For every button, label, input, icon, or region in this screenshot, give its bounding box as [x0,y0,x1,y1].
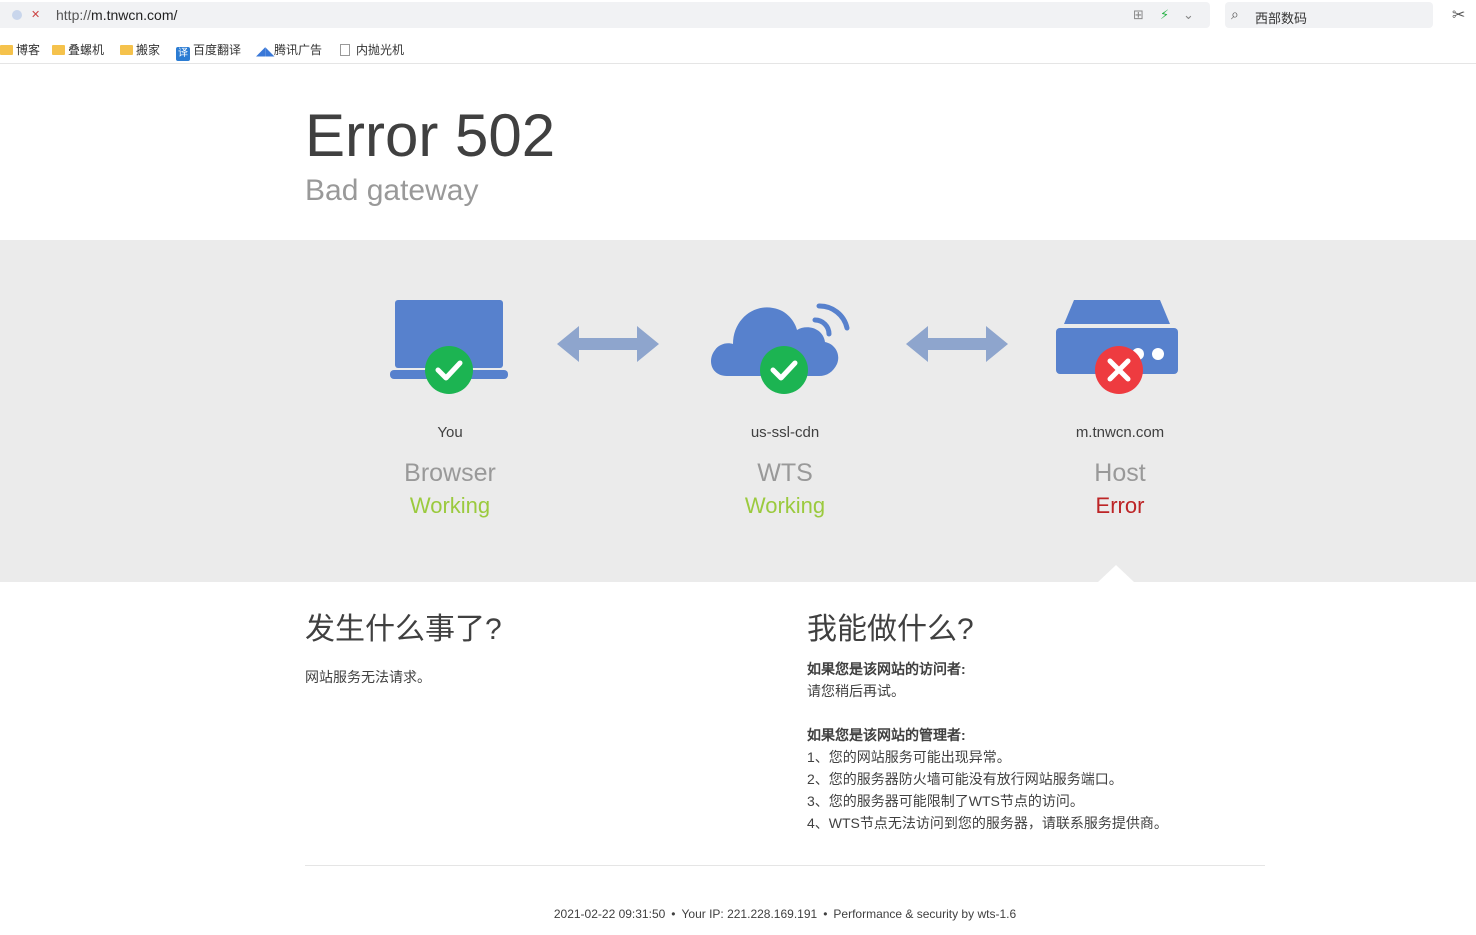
bookmark-screw-press[interactable]: 叠螺机 [52,41,104,58]
node-label: m.tnwcn.com [1075,424,1165,441]
error-header: Error 502 Bad gateway [0,64,1476,240]
what-happened-section: 发生什么事了? 网站服务无法请求。 [305,612,765,688]
tencent-ads-icon: ◢◣ [256,44,275,58]
folder-icon [120,45,133,55]
node-status: Error [1095,493,1145,518]
footer-ip: Your IP: 221.228.169.191 [681,907,818,921]
what-can-i-do-heading: 我能做什么? [807,613,974,646]
node-status: Working [409,493,491,518]
footer-separator: • [823,907,828,921]
footer-performance: Performance & security by wts-1.6 [833,907,1017,921]
server-icon [1056,300,1178,394]
node-wts: us-ssl-cdn WTS Working [645,240,925,582]
address-url[interactable]: http://m.tnwcn.com/ [56,7,177,23]
footer-divider [305,865,1265,866]
bookmark-polisher[interactable]: 内抛光机 [340,41,404,58]
site-info-icon[interactable] [12,10,22,20]
scissors-icon[interactable]: ✂ [1452,5,1465,25]
address-bar[interactable]: ✕ http://m.tnwcn.com/ ⊞ ⚡ ⌄ [0,2,1210,28]
qr-code-icon[interactable]: ⊞ [1133,7,1144,23]
node-browser: You Browser Working [310,240,590,582]
admin-item: 3、您的服务器可能限制了WTS节点的访问。 [807,793,1084,809]
error-subtitle: Bad gateway [305,174,479,207]
what-can-i-do-section: 我能做什么? 如果您是该网站的访问者: 请您稍后再试。 如果您是该网站的管理者:… [807,612,1267,834]
footer-timestamp: 2021-02-22 09:31:50 [553,907,666,921]
node-host: m.tnwcn.com Host Error [980,240,1260,582]
status-band: You Browser Working us-ssl-cdn WTS Worki… [0,240,1476,582]
footer-separator: • [671,907,676,921]
folder-icon [52,45,65,55]
footer: 2021-02-22 09:31:50 • Your IP: 221.228.169… [305,907,1265,921]
lightning-icon[interactable]: ⚡ [1160,7,1169,23]
bidirectional-arrow-icon [557,326,659,362]
error-title: Error 502 [305,102,556,169]
admin-item: 1、您的网站服务可能出现异常。 [807,749,1011,765]
node-kind: Host [1094,459,1146,487]
what-happened-text: 网站服务无法请求。 [305,669,431,685]
admin-title: 如果您是该网站的管理者: [807,727,966,743]
search-icon: ⌕ [1231,6,1239,22]
admin-item: 2、您的服务器防火墙可能没有放行网站服务端口。 [807,771,1123,787]
search-input[interactable]: 西部数码 [1255,8,1307,27]
node-label: You [437,424,463,441]
node-kind: Browser [404,459,496,487]
insecure-icon[interactable]: ✕ [31,8,40,21]
admin-item: 4、WTS节点无法访问到您的服务器，请联系服务提供商。 [807,815,1168,831]
bookmark-tencent-ads[interactable]: ◢◣腾讯广告 [256,41,322,58]
search-box[interactable]: ⌕ 西部数码 [1225,2,1433,28]
chevron-down-icon[interactable]: ⌄ [1183,7,1194,23]
folder-icon [0,45,13,55]
bookmark-moving[interactable]: 搬家 [120,41,160,58]
node-label: us-ssl-cdn [750,424,820,441]
laptop-icon [390,300,508,394]
bookmarks-bar: 博客 叠螺机 搬家 译百度翻译 ◢◣腾讯广告 内抛光机 [0,35,1476,64]
browser-toolbar: ✕ http://m.tnwcn.com/ ⊞ ⚡ ⌄ ⌕ 西部数码 ✂ [0,0,1476,34]
status-pointer [1098,565,1134,582]
bookmark-baidu-translate[interactable]: 译百度翻译 [176,41,241,61]
what-happened-heading: 发生什么事了? [305,613,502,646]
node-kind: WTS [757,459,813,487]
bookmark-blog[interactable]: 博客 [0,41,40,58]
page-icon [340,44,350,56]
visitor-text: 请您稍后再试。 [807,683,905,699]
translate-icon: 译 [176,47,190,61]
visitor-title: 如果您是该网站的访问者: [807,661,966,677]
cloud-icon [711,303,850,394]
node-status: Working [744,493,826,518]
